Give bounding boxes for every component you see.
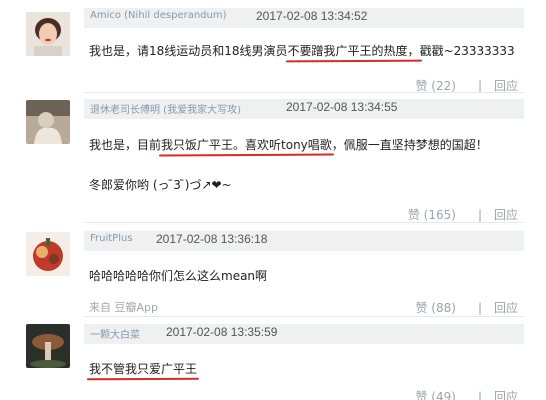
comment-header: 退休老司长傅明 (我爱我家大写攻) 2017-02-08 13:34:55 (84, 99, 524, 119)
reply-button[interactable]: 回应 (494, 206, 518, 223)
like-button[interactable]: 赞 (165) (408, 206, 456, 223)
source-label: 来自 豆瓣App (89, 301, 158, 314)
comment-actions: 赞 (88) | 回应 (415, 299, 518, 316)
highlighted-text: 我只饭广平王。喜欢听tony唱歌 (161, 138, 332, 152)
timestamp: 2017-02-08 13:35:59 (166, 325, 278, 339)
reply-button[interactable]: 回应 (494, 388, 518, 400)
comment-header: FruitPlus 2017-02-08 13:36:18 (84, 231, 524, 251)
comment-text: 哈哈哈哈哈你们怎么这么mean啊 (89, 269, 268, 283)
timestamp: 2017-02-08 13:36:18 (156, 232, 268, 246)
author-name[interactable]: 一颗大白菜 (90, 326, 140, 341)
comment-header: Amico (Nihil desperandum) 2017-02-08 13:… (84, 8, 524, 28)
comment-text: 我也是，请18线运动员和18线男演员不要蹭我广平王的热度，戳戳~23333333 (89, 44, 515, 58)
like-button[interactable]: 赞 (49) (415, 388, 455, 400)
divider: | (477, 208, 482, 222)
author-name[interactable]: Amico (Nihil desperandum) (90, 10, 227, 21)
separator (84, 92, 524, 93)
author-name[interactable]: 退休老司长傅明 (我爱我家大写攻) (90, 101, 241, 116)
highlighted-text: 不要蹭我广平王的热度， (287, 44, 420, 58)
avatar[interactable] (26, 232, 70, 276)
divider: | (477, 390, 482, 400)
comment-actions: 赞 (49) | 回应 (415, 388, 518, 400)
avatar[interactable] (26, 324, 70, 368)
comment-header: 一颗大白菜 2017-02-08 13:35:59 (84, 324, 524, 344)
avatar[interactable] (26, 100, 70, 144)
highlighted-text: 我不管我只爱广平王 (89, 362, 198, 376)
separator (84, 316, 524, 317)
separator (84, 222, 524, 223)
comment-text: 我不管我只爱广平王 (89, 360, 197, 377)
divider: | (477, 301, 482, 315)
reply-button[interactable]: 回应 (494, 299, 518, 316)
author-name[interactable]: FruitPlus (90, 233, 133, 244)
timestamp: 2017-02-08 13:34:52 (256, 9, 368, 23)
comment-text-line-2: 冬郎爱你哟 (っ ̄3 ̄)づ↗❤~ (89, 178, 232, 192)
avatar[interactable] (26, 12, 70, 56)
comment-actions: 赞 (165) | 回应 (408, 206, 518, 223)
timestamp: 2017-02-08 13:34:55 (286, 100, 398, 114)
divider: | (477, 79, 482, 93)
like-button[interactable]: 赞 (88) (415, 299, 455, 316)
comment-text: 我也是，目前我只饭广平王。喜欢听tony唱歌，佩服一直坚持梦想的国超！ (89, 138, 488, 152)
